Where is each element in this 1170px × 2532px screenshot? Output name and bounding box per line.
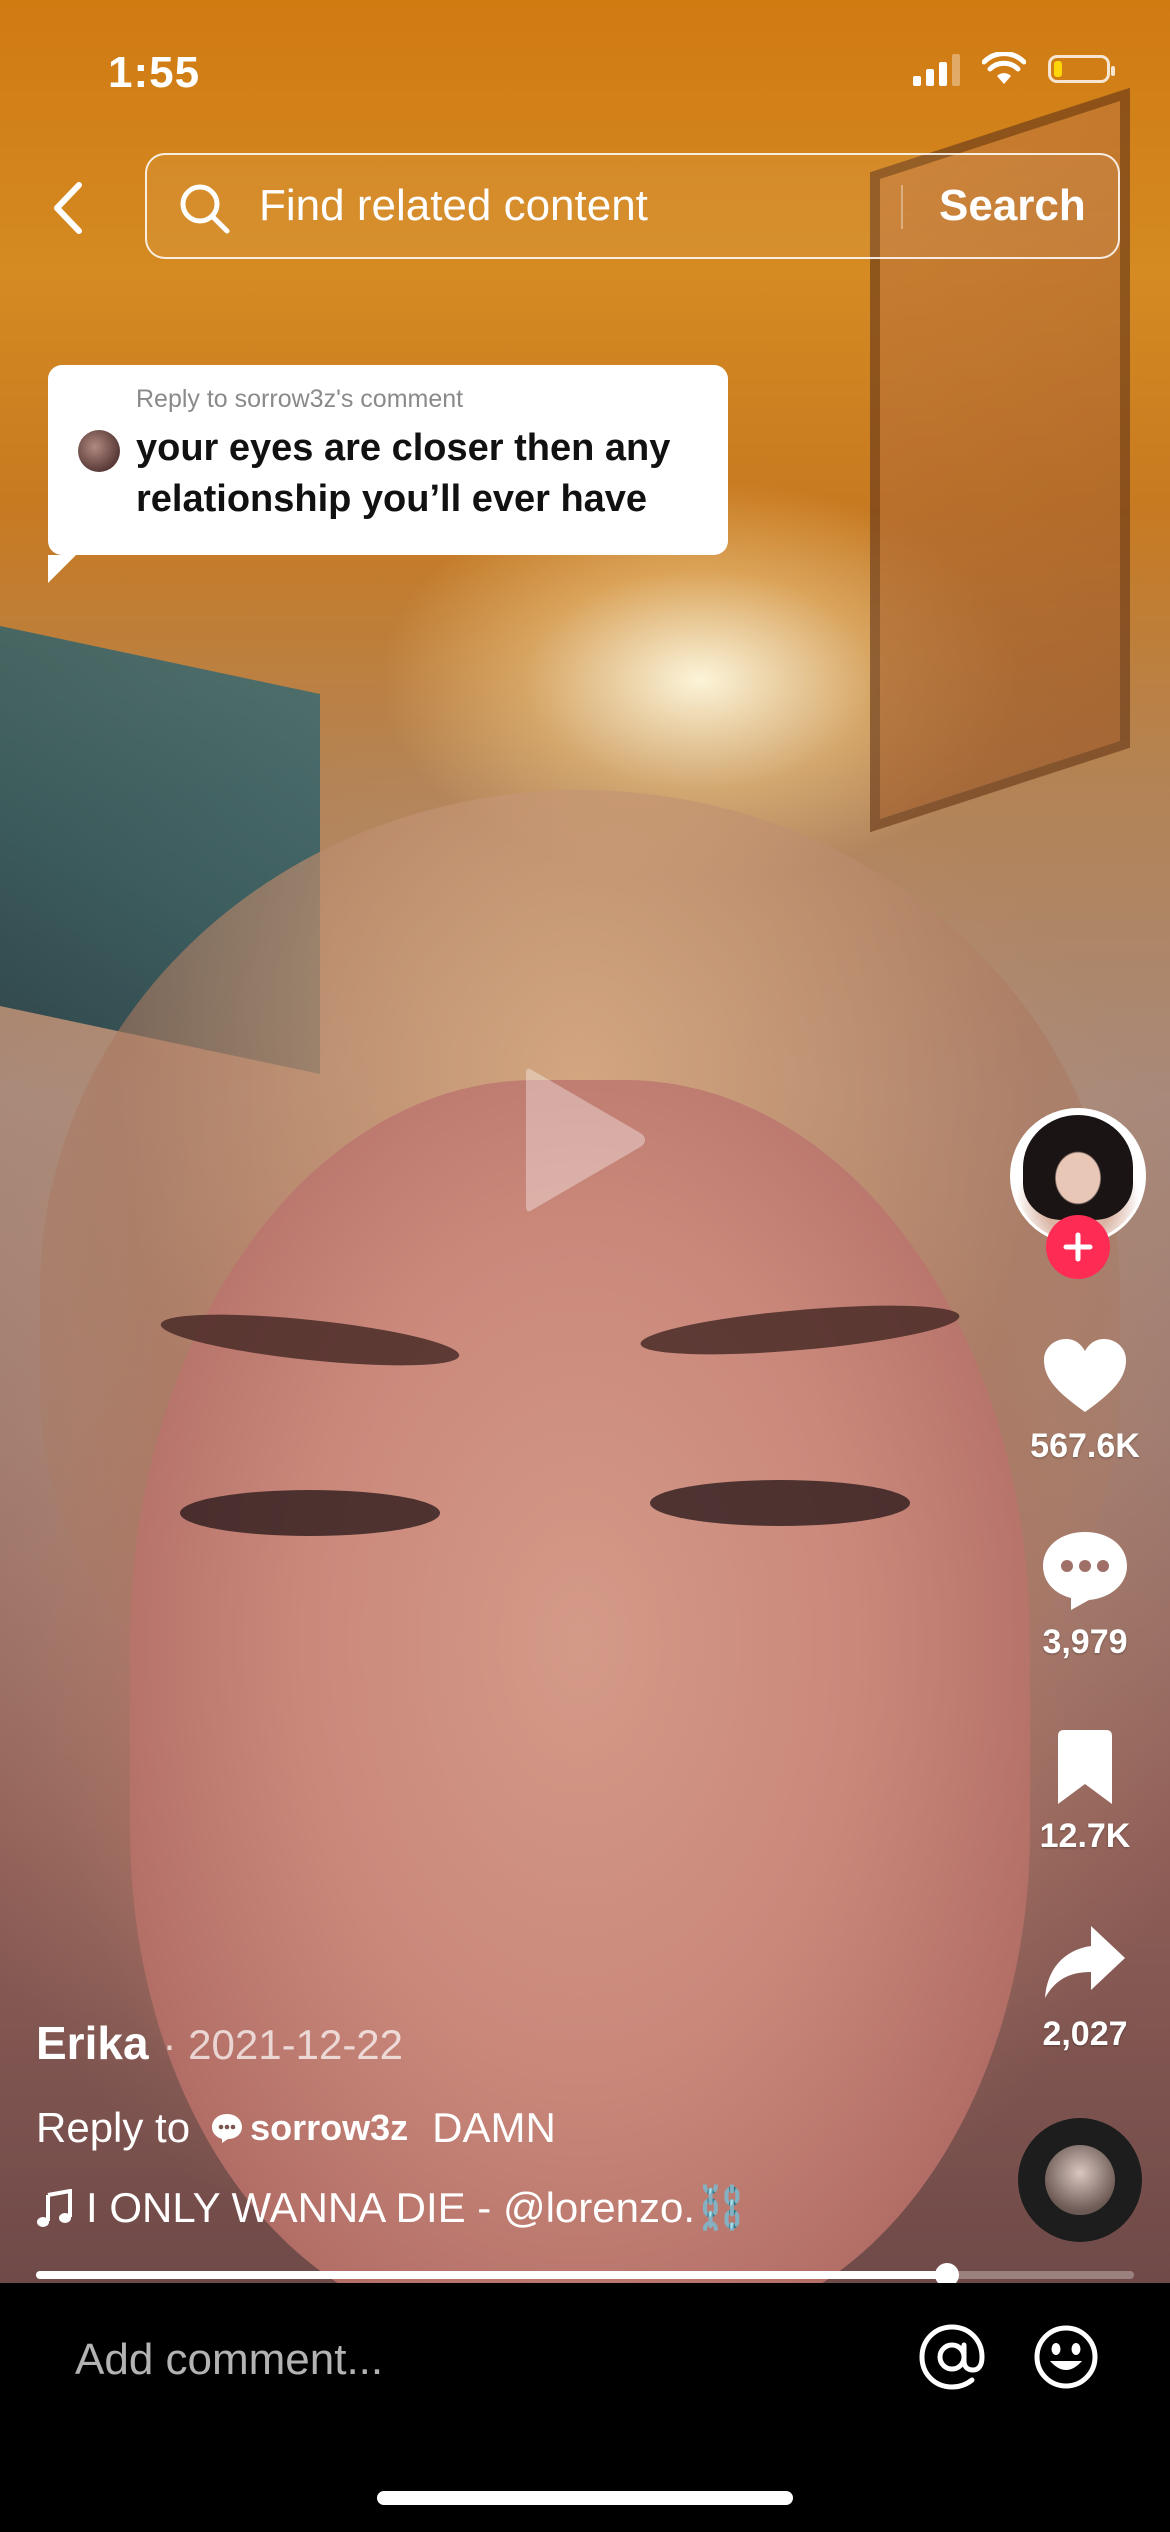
caption-row: Reply to sorrow3z DAMN — [36, 2104, 556, 2152]
home-indicator[interactable] — [377, 2491, 793, 2505]
video-eye-left — [180, 1490, 440, 1536]
back-chevron-icon — [54, 182, 82, 234]
heart-icon — [1044, 1339, 1126, 1412]
author-row: Erika · 2021-12-22 — [36, 2016, 403, 2070]
author-name[interactable]: Erika — [36, 2016, 149, 2070]
plus-icon — [1063, 1232, 1093, 1262]
playback-progress-bar[interactable] — [36, 2263, 1134, 2287]
emoji-icon[interactable] — [1032, 2323, 1100, 2391]
battery-icon — [1048, 55, 1115, 83]
video-subject-face — [130, 1080, 1030, 2283]
play-icon[interactable] — [520, 1060, 650, 1220]
comment-bar: Add comment... — [0, 2283, 1170, 2532]
music-note-icon — [37, 2188, 72, 2227]
video-eye-right — [650, 1480, 910, 1526]
search-divider — [901, 185, 903, 229]
reply-comment-text: your eyes are closer then any relationsh… — [136, 427, 671, 520]
search-bar[interactable]: Find related content Search — [145, 153, 1120, 259]
share-button[interactable]: 2,027 — [1010, 1922, 1160, 2054]
music-title: I ONLY WANNA DIE - @lorenzo.⛓️ — [86, 2184, 748, 2231]
reply-mention[interactable]: sorrow3z — [210, 2107, 408, 2149]
music-disc[interactable] — [1018, 2118, 1142, 2242]
comment-icon — [1043, 1532, 1127, 1610]
bookmark-icon — [1058, 1730, 1112, 1804]
status-icons — [913, 52, 1115, 86]
like-count: 567.6K — [1030, 1427, 1140, 1465]
share-icon — [1045, 1926, 1125, 1998]
comment-input[interactable]: Add comment... — [75, 2335, 383, 2385]
bookmark-button[interactable]: 12.7K — [1010, 1728, 1160, 1856]
comment-count: 3,979 — [1042, 1623, 1128, 1661]
commenter-avatar — [78, 430, 120, 472]
bookmark-count: 12.7K — [1039, 1817, 1131, 1855]
follow-button[interactable] — [1046, 1215, 1110, 1279]
caption-text: DAMN — [432, 2104, 556, 2151]
search-button[interactable]: Search — [939, 181, 1086, 231]
music-disc-cover — [1045, 2145, 1115, 2215]
share-count: 2,027 — [1042, 2015, 1128, 2053]
playback-progress-fill — [36, 2271, 948, 2279]
comment-bubble-icon — [212, 2114, 243, 2143]
comment-button[interactable]: 3,979 — [1010, 1528, 1160, 1662]
search-input[interactable]: Find related content — [259, 181, 648, 231]
back-button[interactable] — [38, 168, 98, 248]
reply-comment-sticker[interactable]: Reply to sorrow3z's comment your eyes ar… — [48, 365, 728, 583]
status-time: 1:55 — [108, 48, 201, 97]
search-icon — [180, 184, 230, 234]
at-icon[interactable] — [918, 2323, 986, 2391]
music-row[interactable]: I ONLY WANNA DIE - @lorenzo.⛓️ — [36, 2184, 747, 2233]
reply-prefix: Reply to — [36, 2104, 191, 2151]
reply-mention-username: sorrow3z — [250, 2107, 409, 2148]
reply-header: Reply to sorrow3z's comment — [136, 385, 464, 413]
cellular-signal-icon — [913, 52, 960, 86]
post-date: · 2021-12-22 — [162, 2021, 404, 2068]
like-button[interactable]: 567.6K — [1010, 1336, 1160, 1466]
wifi-icon — [982, 52, 1026, 84]
